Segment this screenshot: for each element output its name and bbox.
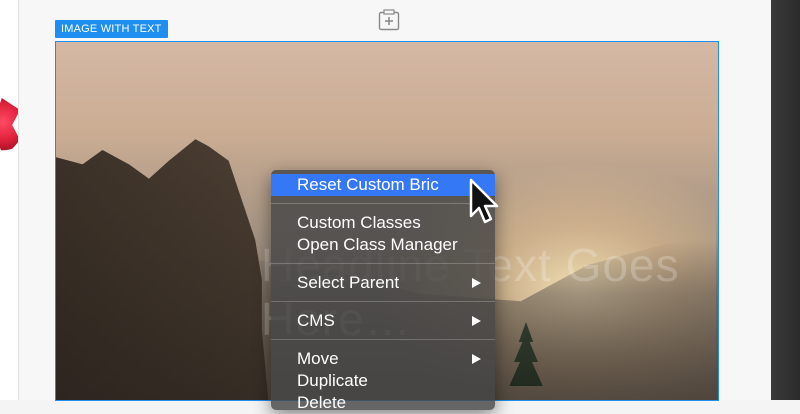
add-block-icon[interactable]: [378, 9, 400, 31]
block-type-label[interactable]: IMAGE WITH TEXT: [55, 20, 168, 38]
menu-separator: [271, 301, 495, 302]
menu-item-label: Move: [297, 349, 339, 368]
menu-separator: [271, 339, 495, 340]
menu-item-label: Reset Custom Bric: [297, 175, 439, 194]
submenu-arrow-icon: [472, 316, 481, 326]
menu-item-open-class-manager[interactable]: Open Class Manager: [271, 234, 495, 256]
menu-item-label: CMS: [297, 311, 335, 330]
menu-item-reset-custom-bric[interactable]: Reset Custom Bric: [271, 174, 495, 196]
menu-item-label: Select Parent: [297, 273, 400, 292]
menu-item-cms[interactable]: CMS: [271, 310, 495, 332]
menu-item-label: Custom Classes: [297, 213, 421, 232]
context-menu: Reset Custom Bric Custom Classes Open Clas…: [271, 170, 495, 412]
menu-item-label: Open Class Manager: [297, 235, 458, 254]
menu-separator: [271, 203, 495, 204]
submenu-arrow-icon: [472, 354, 481, 364]
menu-item-label: Duplicate: [297, 371, 368, 390]
menu-item-select-parent[interactable]: Select Parent: [271, 272, 495, 294]
menu-item-label: Delete: [297, 393, 347, 412]
right-side-panel: [771, 0, 800, 400]
menu-item-duplicate[interactable]: Duplicate: [271, 370, 495, 392]
menu-item-delete[interactable]: Delete: [271, 392, 495, 414]
menu-separator: [271, 263, 495, 264]
submenu-arrow-icon: [472, 278, 481, 288]
menu-item-custom-classes[interactable]: Custom Classes: [271, 212, 495, 234]
leaf-thumbnail: [0, 98, 18, 158]
left-panel-strip: [0, 0, 19, 400]
mouse-pointer-icon: [469, 178, 499, 224]
menu-item-move[interactable]: Move: [271, 348, 495, 370]
